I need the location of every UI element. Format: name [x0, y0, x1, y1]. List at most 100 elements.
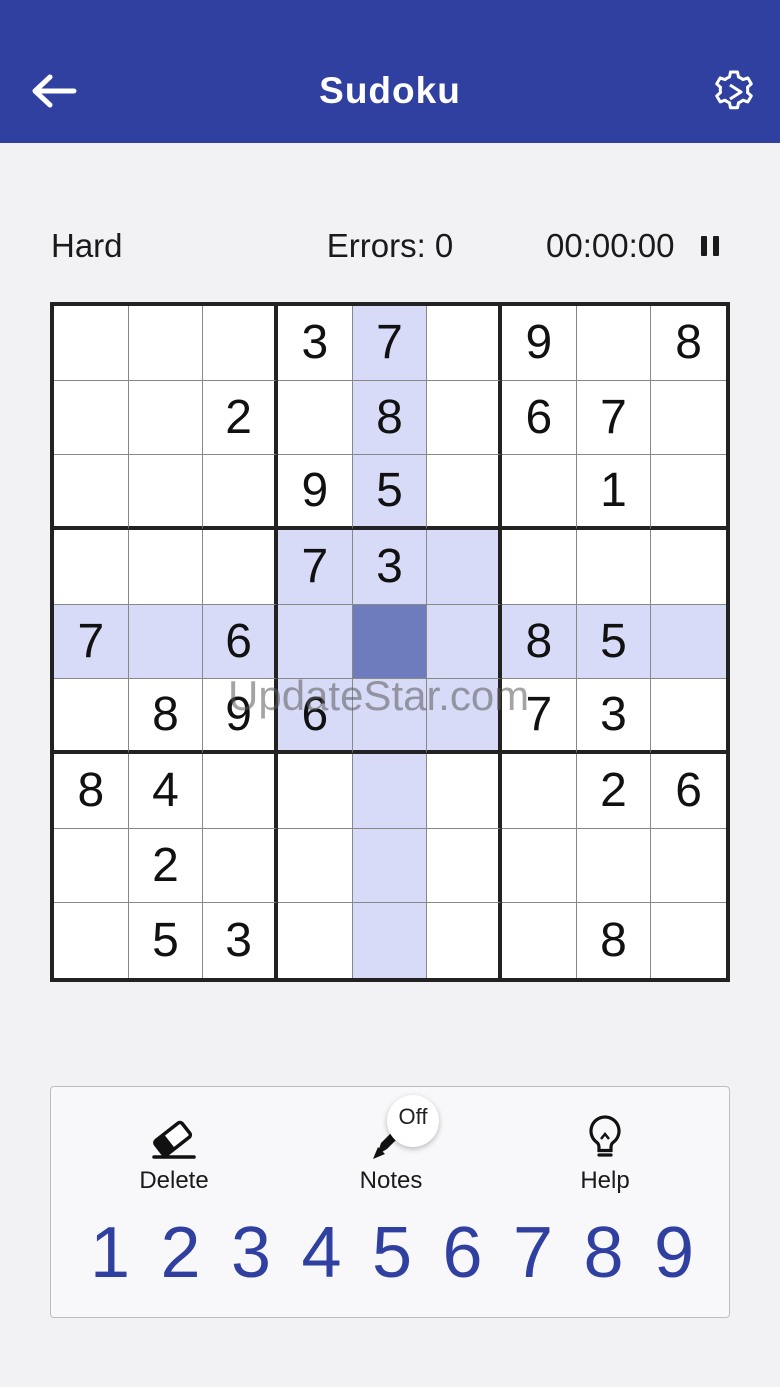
cell-r1-c8[interactable] [576, 306, 652, 381]
cell-r3-c1[interactable] [54, 455, 129, 530]
cell-r1-c6[interactable] [427, 306, 502, 381]
cell-r3-c5[interactable]: 5 [352, 455, 428, 530]
cell-r2-c7[interactable]: 6 [501, 380, 577, 456]
cell-r9-c9[interactable] [651, 903, 726, 978]
cell-r7-c9[interactable]: 6 [651, 754, 726, 829]
cell-r1-c9[interactable]: 8 [651, 306, 726, 381]
cell-r9-c5[interactable] [352, 903, 428, 978]
cell-r5-c9[interactable] [651, 604, 726, 680]
cell-r4-c6[interactable] [427, 529, 502, 605]
cell-r1-c1[interactable] [54, 306, 129, 381]
cell-r9-c8[interactable]: 8 [577, 903, 652, 978]
cell-r5-c2[interactable] [128, 604, 204, 680]
number-button-7[interactable]: 7 [502, 1213, 564, 1293]
cell-r6-c2[interactable]: 8 [128, 679, 204, 754]
cell-r3-c6[interactable] [427, 455, 502, 530]
cell-r5-c5[interactable] [352, 604, 428, 680]
number-button-6[interactable]: 6 [432, 1213, 494, 1293]
cell-r7-c3[interactable] [203, 753, 278, 829]
number-button-2[interactable]: 2 [150, 1213, 212, 1293]
cell-r5-c1[interactable]: 7 [54, 604, 129, 680]
cell-r8-c2[interactable]: 2 [128, 828, 204, 904]
cell-r7-c4[interactable] [277, 753, 353, 829]
cell-r6-c8[interactable]: 3 [576, 679, 652, 754]
cell-r7-c1[interactable]: 8 [54, 753, 129, 829]
cell-r2-c3[interactable]: 2 [203, 380, 278, 456]
cell-r5-c8[interactable]: 5 [576, 604, 652, 680]
gear-icon [715, 70, 753, 110]
cell-r3-c9[interactable] [651, 455, 726, 530]
cell-r5-c7[interactable]: 8 [501, 604, 577, 680]
number-button-9[interactable]: 9 [643, 1213, 705, 1293]
cell-r9-c3[interactable]: 3 [203, 903, 278, 978]
help-button[interactable]: Help [535, 1105, 675, 1199]
cell-r4-c9[interactable] [651, 530, 726, 605]
cell-r6-c7[interactable]: 7 [501, 679, 577, 754]
cell-r4-c5[interactable]: 3 [352, 529, 428, 605]
cell-r6-c5[interactable] [352, 679, 428, 754]
cell-r2-c1[interactable] [54, 380, 129, 456]
pause-button[interactable] [694, 230, 726, 262]
cell-r8-c1[interactable] [54, 828, 129, 904]
cell-r3-c2[interactable] [128, 455, 204, 530]
cell-r6-c3[interactable]: 9 [203, 679, 278, 754]
cell-r3-c7[interactable] [501, 455, 577, 530]
cell-r9-c4[interactable] [278, 903, 353, 978]
cell-r7-c7[interactable] [501, 753, 577, 829]
cell-r2-c6[interactable] [427, 380, 502, 456]
cell-r8-c5[interactable] [352, 828, 428, 904]
number-button-4[interactable]: 4 [291, 1213, 353, 1293]
cell-r6-c4[interactable]: 6 [277, 679, 353, 754]
number-button-5[interactable]: 5 [361, 1213, 423, 1293]
cell-r6-c9[interactable] [651, 679, 726, 754]
cell-r8-c3[interactable] [203, 828, 278, 904]
cell-r3-c8[interactable]: 1 [576, 455, 652, 530]
cell-r1-c2[interactable] [128, 306, 204, 381]
pause-icon [701, 236, 719, 256]
cell-r3-c4[interactable]: 9 [277, 455, 353, 530]
eraser-icon [152, 1120, 196, 1159]
cell-r2-c4[interactable] [277, 380, 353, 456]
number-pad: 123456789 [79, 1213, 705, 1293]
cell-r7-c2[interactable]: 4 [128, 753, 204, 829]
cell-r2-c8[interactable]: 7 [576, 380, 652, 456]
cell-r5-c6[interactable] [427, 604, 502, 680]
cell-r1-c3[interactable] [203, 306, 278, 381]
delete-button[interactable]: Delete [104, 1105, 244, 1199]
cell-r2-c9[interactable] [651, 381, 726, 456]
cell-r8-c9[interactable] [651, 829, 726, 904]
cell-r4-c3[interactable] [203, 529, 278, 605]
cell-r3-c3[interactable] [203, 455, 278, 530]
cell-r9-c1[interactable] [54, 903, 129, 978]
settings-button[interactable] [708, 66, 760, 118]
cell-r8-c6[interactable] [427, 828, 502, 904]
cell-r7-c6[interactable] [427, 753, 502, 829]
cell-r1-c4[interactable]: 3 [277, 306, 353, 381]
cell-r7-c5[interactable] [352, 753, 428, 829]
cell-r1-c5[interactable]: 7 [352, 306, 428, 381]
number-button-3[interactable]: 3 [220, 1213, 282, 1293]
cell-r5-c4[interactable] [277, 604, 353, 680]
number-button-8[interactable]: 8 [573, 1213, 635, 1293]
cell-r1-c7[interactable]: 9 [501, 306, 577, 381]
cell-r4-c7[interactable] [501, 529, 577, 605]
cell-r8-c8[interactable] [576, 828, 652, 904]
cell-r6-c6[interactable] [427, 679, 502, 754]
lightbulb-icon [589, 1115, 621, 1157]
cell-r8-c4[interactable] [277, 828, 353, 904]
cell-r9-c6[interactable] [427, 903, 502, 978]
cell-r9-c7[interactable] [502, 903, 577, 978]
cell-r7-c8[interactable]: 2 [576, 753, 652, 829]
cell-r4-c4[interactable]: 7 [277, 529, 353, 605]
cell-r6-c1[interactable] [54, 679, 129, 754]
cell-r8-c7[interactable] [501, 828, 577, 904]
cell-r4-c2[interactable] [128, 529, 204, 605]
control-panel: Delete Notes Off Help 123456789 [50, 1086, 730, 1318]
cell-r4-c8[interactable] [576, 529, 652, 605]
cell-r4-c1[interactable] [54, 529, 129, 605]
cell-r5-c3[interactable]: 6 [203, 604, 278, 680]
cell-r2-c2[interactable] [128, 380, 204, 456]
cell-r2-c5[interactable]: 8 [352, 380, 428, 456]
number-button-1[interactable]: 1 [79, 1213, 141, 1293]
cell-r9-c2[interactable]: 5 [129, 903, 204, 978]
